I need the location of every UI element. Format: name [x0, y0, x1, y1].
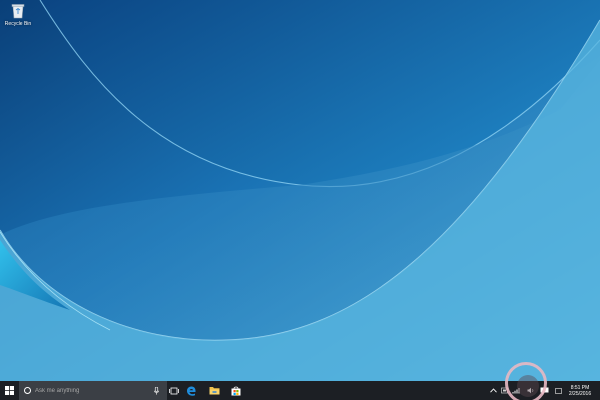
network-icon [512, 388, 520, 394]
task-view-button[interactable] [167, 381, 181, 400]
edge-icon [186, 385, 196, 396]
taskbar-app-file-explorer[interactable] [207, 381, 221, 400]
keyboard-layout-button[interactable] [554, 381, 562, 400]
desktop-wallpaper [0, 0, 600, 381]
action-center-icon [540, 387, 548, 394]
microphone-icon[interactable] [154, 387, 159, 395]
keyboard-icon [554, 387, 562, 394]
action-center-button[interactable] [539, 381, 549, 400]
show-hidden-icons-button[interactable] [489, 381, 498, 400]
store-icon [231, 386, 241, 395]
desktop-icon-label: Recycle Bin [4, 21, 32, 27]
network-button[interactable] [512, 381, 521, 400]
recycle-bin-icon [11, 4, 25, 19]
volume-button[interactable] [525, 381, 536, 400]
taskbar: 8:51 PM 2/25/2016 [0, 381, 600, 400]
folder-icon [209, 387, 219, 395]
search-input[interactable] [35, 387, 140, 394]
chevron-up-icon [490, 388, 497, 393]
clock-date: 2/25/2016 [568, 390, 592, 397]
windows-logo-icon [5, 386, 14, 395]
tray-icon [500, 387, 508, 394]
desktop-screen: Recycle Bin Ask me anything 8:51 PM 2/25… [0, 0, 600, 400]
cortana-icon [24, 387, 31, 394]
desktop-icon-recycle-bin[interactable]: Recycle Bin [3, 3, 33, 27]
start-button[interactable] [0, 381, 19, 400]
tray-button[interactable] [500, 381, 508, 400]
task-view-icon [169, 387, 179, 394]
search-box[interactable] [19, 381, 167, 400]
taskbar-app-edge[interactable] [184, 381, 198, 400]
clock-button[interactable]: 8:51 PM 2/25/2016 [563, 381, 597, 400]
volume-icon [527, 387, 533, 394]
taskbar-app-store[interactable] [229, 381, 243, 400]
